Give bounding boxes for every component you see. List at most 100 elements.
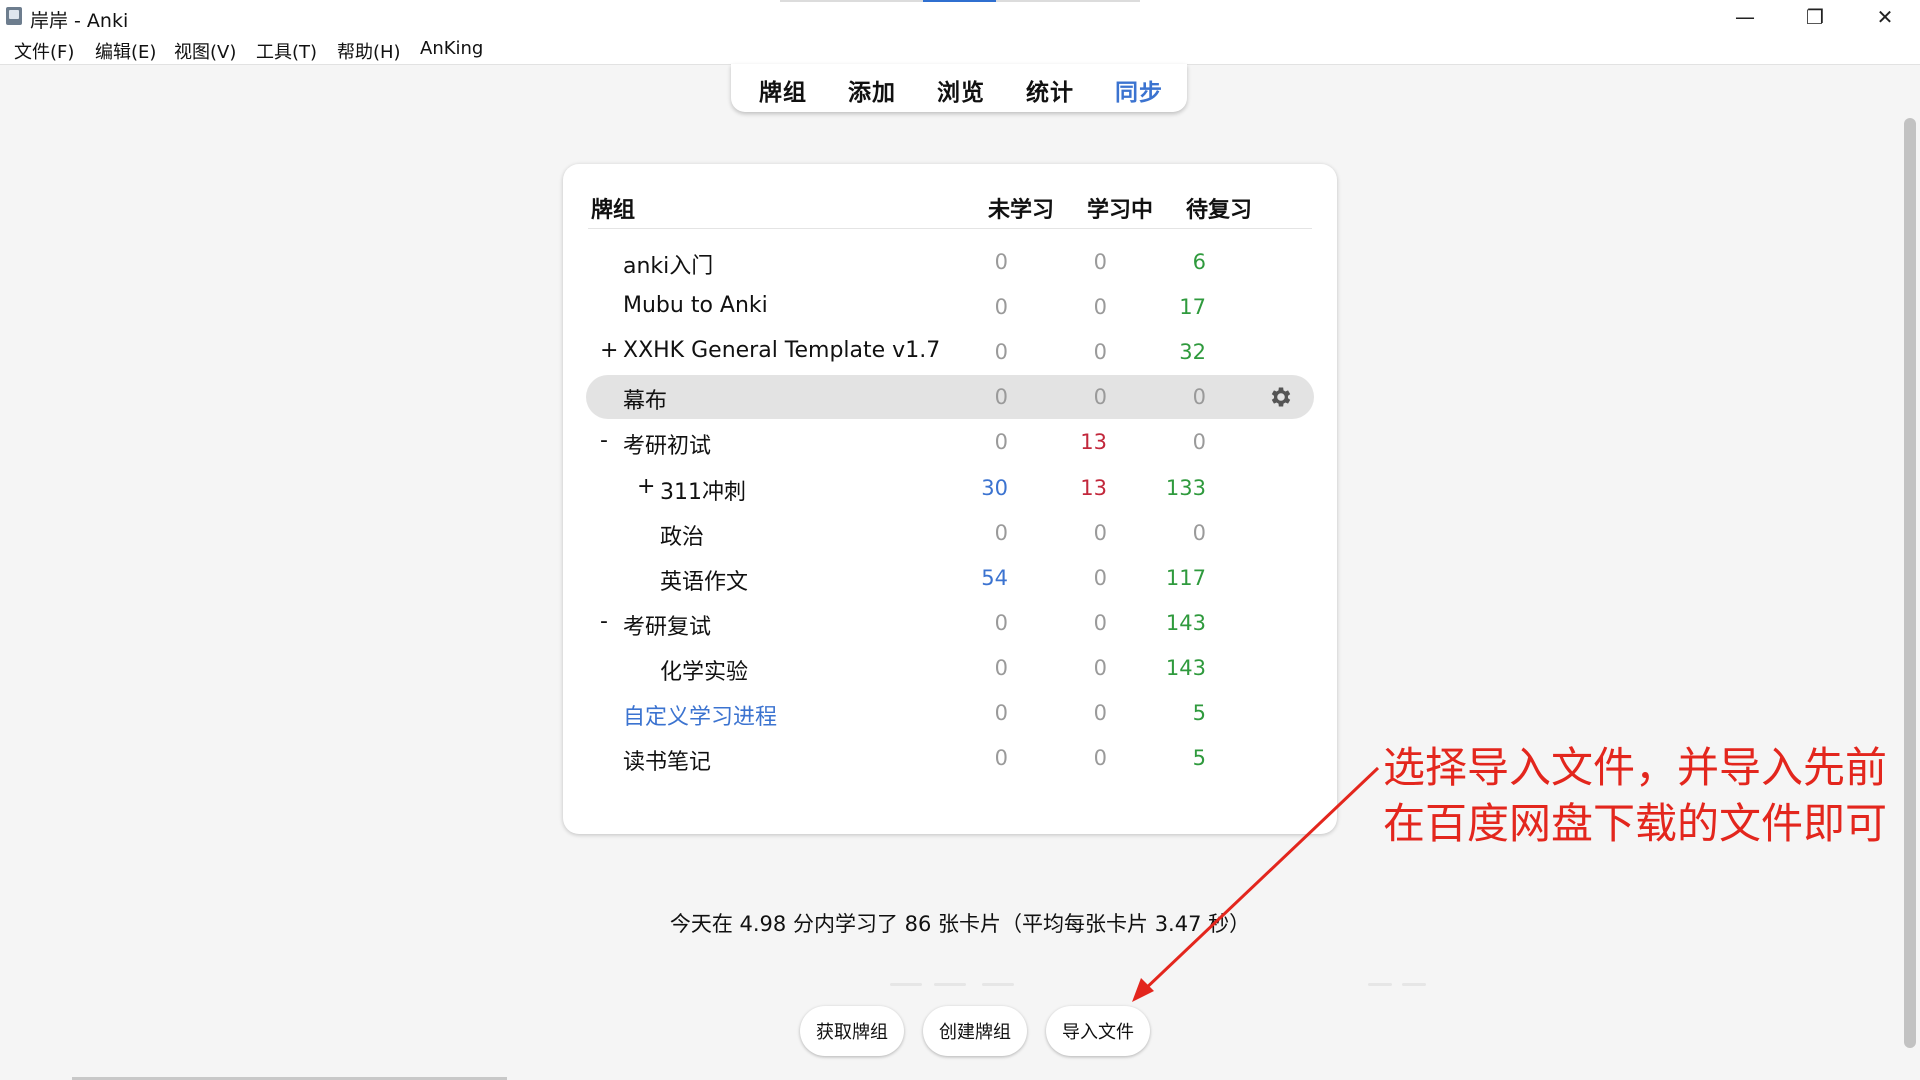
count-new: 0 (994, 385, 1008, 410)
collapse-toggle[interactable]: - (600, 428, 608, 453)
main-toolbar: 牌组 添加 浏览 统计 同步 (731, 64, 1187, 112)
count-new: 0 (994, 250, 1008, 274)
deck-list-panel: 牌组 未学习 学习中 待复习 anki入门 0 0 6 Mubu to Anki 0 0 17… (563, 164, 1337, 834)
count-new: 0 (994, 295, 1008, 320)
divider-dash (890, 983, 922, 986)
deck-row[interactable]: Mubu to Anki 0 0 17 (586, 285, 1314, 329)
divider-dash (1402, 983, 1426, 986)
minimize-button[interactable]: — (1710, 0, 1780, 34)
header-new: 未学习 (988, 198, 1055, 223)
header-review: 待复习 (1186, 198, 1253, 223)
close-button[interactable]: ✕ (1850, 0, 1920, 34)
deck-row[interactable]: - 考研复试 0 0 143 (586, 601, 1314, 645)
count-review: 5 (1192, 701, 1206, 725)
expand-toggle[interactable]: + (600, 338, 618, 363)
deck-name[interactable]: 化学实验 (660, 654, 748, 686)
count-review: 17 (1179, 295, 1206, 320)
count-learning: 0 (1093, 655, 1107, 680)
divider-dash (982, 983, 1014, 986)
deck-name[interactable]: 311冲刺 (660, 474, 746, 506)
toolbar-add[interactable]: 添加 (848, 73, 896, 107)
deck-name[interactable]: 政治 (660, 519, 704, 551)
count-review: 0 (1192, 385, 1206, 410)
count-new: 0 (994, 610, 1008, 635)
expand-toggle[interactable]: + (637, 474, 655, 499)
toolbar-sync[interactable]: 同步 (1115, 73, 1163, 107)
deck-name[interactable]: anki入门 (623, 248, 713, 280)
deck-row[interactable]: 政治 0 0 0 (586, 511, 1314, 555)
count-learning: 13 (1080, 475, 1107, 500)
annotation-text: 选择导入文件，并导入先前 在百度网盘下载的文件即可 (1383, 740, 1887, 852)
count-learning: 0 (1093, 385, 1107, 410)
gear-icon[interactable] (1268, 384, 1294, 410)
count-learning: 0 (1093, 520, 1107, 545)
count-learning: 13 (1080, 430, 1107, 455)
count-learning: 0 (1093, 565, 1107, 590)
deck-row-current[interactable]: 幕布 0 0 0 (586, 375, 1314, 420)
deck-row[interactable]: 英语作文 54 0 117 (586, 556, 1314, 600)
menu-file[interactable]: 文件(F) (14, 38, 74, 64)
deck-row[interactable]: + XXHK General Template v1.7 0 0 32 (586, 330, 1314, 374)
deck-name[interactable]: 考研初试 (623, 428, 711, 460)
count-new: 0 (994, 520, 1008, 545)
annotation-line-1: 选择导入文件，并导入先前 (1383, 743, 1888, 792)
deck-row[interactable]: 自定义学习进程 0 0 5 (586, 691, 1314, 735)
count-new: 0 (994, 701, 1008, 725)
menu-bar: 文件(F) 编辑(E) 视图(V) 工具(T) 帮助(H) AnKing (0, 34, 1920, 65)
restore-button[interactable]: ❐ (1780, 0, 1850, 34)
vertical-scrollbar[interactable] (1904, 118, 1916, 1048)
deck-row[interactable]: 读书笔记 0 0 5 (586, 736, 1314, 780)
deck-row[interactable]: - 考研初试 0 13 0 (586, 420, 1314, 464)
header-learning: 学习中 (1087, 198, 1154, 223)
count-new: 0 (994, 340, 1008, 365)
count-learning: 0 (1093, 701, 1107, 725)
count-review: 143 (1165, 655, 1206, 680)
divider-dash (1368, 983, 1392, 986)
window-title: 岸岸 - Anki (30, 10, 129, 32)
count-new: 30 (981, 475, 1008, 500)
top-edge-accent (923, 0, 996, 2)
deck-name[interactable]: 读书笔记 (623, 744, 711, 776)
collapse-toggle[interactable]: - (600, 609, 608, 634)
annotation-line-2: 在百度网盘下载的文件即可 (1383, 799, 1888, 848)
deck-name[interactable]: 考研复试 (623, 609, 711, 641)
toolbar-decks[interactable]: 牌组 (759, 73, 807, 107)
deck-row[interactable]: anki入门 0 0 6 (586, 240, 1314, 284)
study-summary: 今天在 4.98 分内学习了 86 张卡片（平均每张卡片 3.47 秒） (669, 912, 1251, 936)
deck-name[interactable]: Mubu to Anki (623, 293, 768, 318)
count-review: 0 (1192, 520, 1206, 545)
header-divider (588, 228, 1312, 229)
menu-help[interactable]: 帮助(H) (337, 38, 401, 64)
count-review: 117 (1165, 565, 1206, 590)
deck-row[interactable]: 化学实验 0 0 143 (586, 646, 1314, 690)
count-review: 143 (1165, 610, 1206, 635)
count-new: 0 (994, 430, 1008, 455)
deck-name[interactable]: XXHK General Template v1.7 (623, 338, 940, 363)
menu-anking[interactable]: AnKing (420, 38, 483, 59)
deck-name[interactable]: 自定义学习进程 (623, 699, 777, 731)
menu-edit[interactable]: 编辑(E) (95, 38, 156, 64)
deck-row[interactable]: +311冲刺 30 13 133 (586, 466, 1314, 510)
count-review: 5 (1192, 746, 1206, 771)
deck-name[interactable]: 幕布 (623, 383, 667, 415)
divider-dash (934, 983, 966, 986)
count-learning: 0 (1093, 610, 1107, 635)
get-shared-button[interactable]: 获取牌组 (800, 1006, 904, 1056)
count-new: 54 (981, 565, 1008, 590)
title-bar: 岸岸 - Anki — ❐ ✕ (0, 0, 1920, 34)
count-new: 0 (994, 746, 1008, 771)
count-learning: 0 (1093, 340, 1107, 365)
menu-tools[interactable]: 工具(T) (256, 38, 317, 64)
toolbar-browse[interactable]: 浏览 (937, 73, 985, 107)
count-learning: 0 (1093, 250, 1107, 274)
menu-view[interactable]: 视图(V) (174, 38, 236, 64)
count-learning: 0 (1093, 295, 1107, 320)
toolbar-stats[interactable]: 统计 (1026, 73, 1074, 107)
import-file-button[interactable]: 导入文件 (1046, 1006, 1150, 1056)
count-new: 0 (994, 655, 1008, 680)
create-deck-button[interactable]: 创建牌组 (923, 1006, 1027, 1056)
header-deck: 牌组 (591, 198, 636, 223)
count-review: 133 (1165, 475, 1206, 500)
count-review: 32 (1179, 340, 1206, 365)
deck-name[interactable]: 英语作文 (660, 564, 748, 596)
